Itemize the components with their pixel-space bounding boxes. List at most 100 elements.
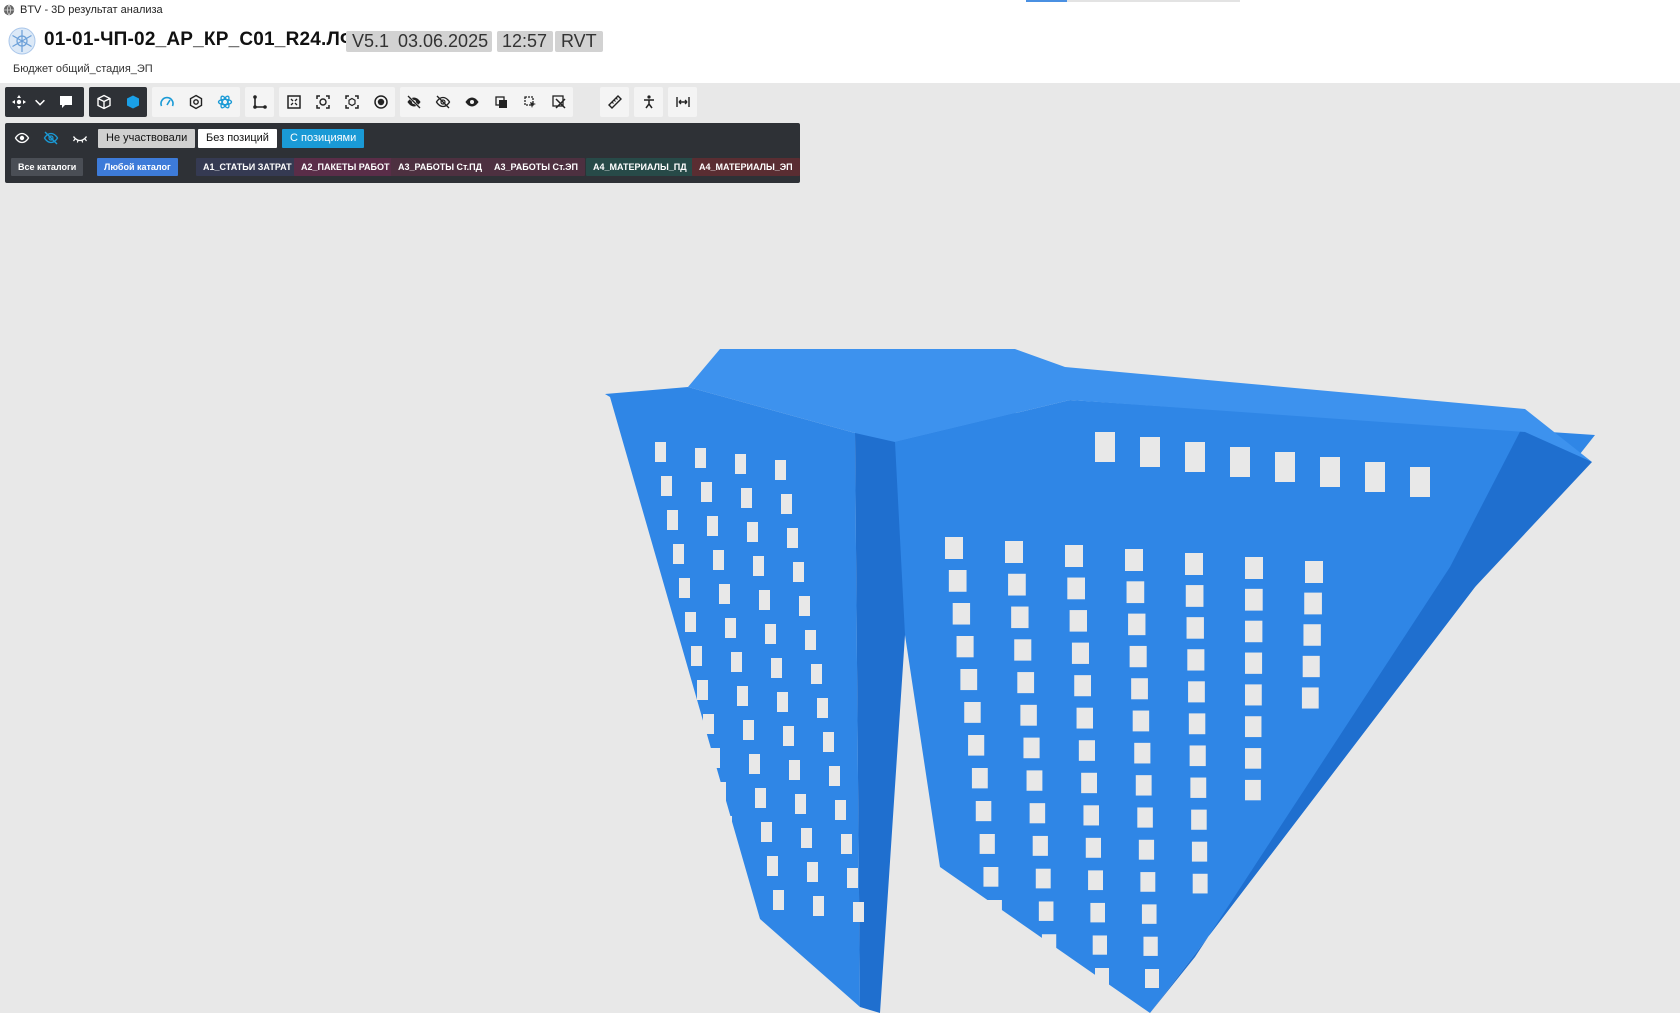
window-front: [995, 966, 1009, 985]
walk-icon[interactable]: [634, 87, 663, 117]
window-front: [1245, 652, 1263, 674]
date-badge: 03.06.2025: [392, 31, 493, 52]
catalog-a2-work-packages[interactable]: А2_ПАКЕТЫ РАБОТ: [294, 158, 397, 176]
window-front: [1245, 779, 1261, 801]
window-front: [983, 867, 999, 887]
hex-nut-icon[interactable]: [181, 87, 210, 117]
window-front: [1301, 687, 1319, 709]
visibility-group: [400, 87, 573, 117]
show-icon[interactable]: [458, 87, 487, 117]
window-titlebar: BTV - 3D результат анализа: [0, 0, 1680, 20]
window-left: [817, 698, 828, 718]
window-left: [679, 578, 690, 598]
window-left: [747, 522, 758, 542]
catalog-a1-cost-items[interactable]: А1_СТАТЬИ ЗАТРАТ: [196, 158, 299, 176]
navigate-icon[interactable]: [5, 87, 33, 117]
window-left: [835, 800, 846, 820]
catalog-a4-materials-pd[interactable]: А4_МАТЕРИАЛЫ_ПД: [586, 158, 694, 176]
catalog-any[interactable]: Любой каталог: [97, 158, 178, 176]
window-front: [1038, 901, 1054, 921]
model-viewport[interactable]: [0, 187, 1680, 1013]
window-left: [783, 726, 794, 746]
catalog-a4-materials-ep[interactable]: А4_МАТЕРИАЛЫ_ЭП: [692, 158, 800, 176]
window-left: [787, 528, 798, 548]
window-left: [753, 556, 764, 576]
catalog-all[interactable]: Все каталоги: [11, 158, 84, 176]
window-front: [1134, 742, 1151, 764]
display-mode-group: [89, 87, 147, 117]
globe-icon: [3, 4, 15, 16]
hide-icon[interactable]: [400, 87, 429, 117]
window-left: [793, 562, 804, 582]
window-left: [731, 652, 742, 672]
distance-icon[interactable]: [668, 87, 697, 117]
hide-others-icon[interactable]: [429, 87, 458, 117]
window-left: [727, 850, 738, 870]
comment-icon[interactable]: [47, 87, 84, 117]
window-left: [737, 686, 748, 706]
window-front: [1083, 805, 1099, 826]
isolate-icon[interactable]: [366, 87, 395, 117]
catalog-a3-works-pd[interactable]: А3_РАБОТЫ Ст.ПД: [391, 158, 489, 176]
window-left: [823, 732, 834, 752]
eye-slash-icon[interactable]: [39, 127, 63, 149]
window-left: [673, 544, 684, 564]
window-front: [1085, 837, 1101, 858]
window-front: [1069, 610, 1087, 632]
copy-selection-icon[interactable]: [515, 87, 544, 117]
format-badge: RVT: [555, 31, 603, 52]
ruler-icon[interactable]: [600, 87, 629, 117]
window-left: [655, 442, 666, 462]
copy-layers-icon[interactable]: [486, 87, 515, 117]
window-left: [829, 766, 840, 786]
window-front: [1245, 748, 1262, 769]
window-left: [847, 868, 858, 888]
atom-icon[interactable]: [210, 87, 239, 117]
window-front: [1065, 545, 1083, 567]
measure-group: [600, 87, 629, 117]
window-left: [697, 680, 708, 700]
window-left: [725, 618, 736, 638]
focus-selection-icon[interactable]: [308, 87, 337, 117]
fit-all-icon[interactable]: [279, 87, 308, 117]
window-back: [1365, 462, 1385, 492]
filter-without-positions[interactable]: Без позиций: [198, 129, 277, 148]
window-front: [1140, 872, 1156, 892]
window-back: [1095, 432, 1115, 462]
axis-icon[interactable]: [245, 87, 274, 117]
window-left: [799, 596, 810, 616]
window-left: [667, 510, 678, 530]
window-left: [701, 482, 712, 502]
window-left: [807, 862, 818, 882]
navigation-group: [5, 87, 84, 117]
window-front: [971, 768, 988, 789]
cube-outline-icon[interactable]: [89, 87, 118, 117]
cube-solid-icon[interactable]: [118, 87, 147, 117]
document-header: 01-01-ЧП-02_АР_КР_С01_R24.ЛФ V5.1 03.06.…: [0, 20, 1680, 83]
window-front: [991, 933, 1006, 953]
window-left: [773, 890, 784, 910]
eye-icon[interactable]: [10, 127, 34, 149]
window-front: [1071, 642, 1089, 664]
clear-selection-icon[interactable]: [544, 87, 573, 117]
filter-with-positions[interactable]: С позициями: [282, 129, 365, 148]
window-front: [1191, 841, 1208, 862]
window-front: [945, 537, 963, 559]
eye-closed-icon[interactable]: [68, 127, 92, 149]
chevron-down-icon[interactable]: [33, 87, 47, 117]
speedometer-icon[interactable]: [152, 87, 181, 117]
catalog-a3-works-ep[interactable]: А3_РАБОТЫ Ст.ЭП: [487, 158, 585, 176]
window-front: [1245, 620, 1263, 643]
loading-progress-fill: [1026, 0, 1067, 2]
axis-group: [245, 87, 274, 117]
window-front: [1074, 675, 1091, 697]
window-left: [733, 884, 744, 904]
window-front: [1143, 936, 1158, 956]
loading-progress: [1026, 0, 1240, 2]
window-left: [805, 630, 816, 650]
window-front: [1188, 681, 1205, 703]
building-model[interactable]: [0, 187, 1680, 1013]
window-front: [987, 900, 1002, 920]
filter-not-participated[interactable]: Не участвовали: [98, 129, 196, 148]
focus-target-icon[interactable]: [337, 87, 366, 117]
